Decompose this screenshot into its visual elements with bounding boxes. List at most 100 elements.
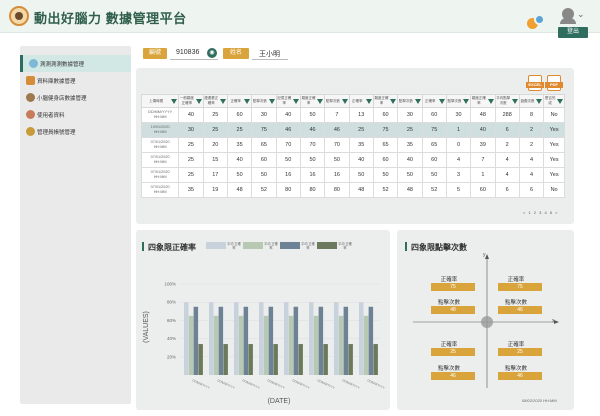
- column-header[interactable]: 正確率: [421, 94, 447, 108]
- bar: [198, 344, 203, 375]
- quadrant-4-accuracy: 25: [498, 348, 542, 356]
- table-cell: 6: [494, 182, 520, 198]
- pagination[interactable]: < 1 2 3 4 5 >: [523, 210, 558, 215]
- column-header[interactable]: 難度正確率: [299, 94, 326, 108]
- sort-arrow-icon[interactable]: [219, 99, 226, 104]
- sort-arrow-icon[interactable]: [292, 99, 299, 104]
- excel-file-icon[interactable]: EXCEL: [526, 75, 544, 91]
- column-header[interactable]: 連連看正確率: [202, 94, 228, 108]
- x-tick-label: DD/MM/YYYY: [242, 378, 261, 390]
- axis-x-label: x: [552, 318, 555, 324]
- table-cell: 0: [445, 137, 472, 153]
- chevron-down-icon[interactable]: ⌄: [577, 9, 585, 20]
- table-cell: 50: [372, 167, 399, 183]
- quadrant-timestamp: 08/02/2020 HH:MM: [522, 398, 557, 403]
- sidebar-item-admin[interactable]: 管理員帳號管理: [20, 123, 131, 140]
- column-header[interactable]: 記憶正確率: [275, 94, 301, 108]
- completed-cell: Yes: [543, 167, 565, 183]
- chat-icon: [29, 59, 38, 68]
- table-cell: 40: [178, 107, 204, 123]
- column-header[interactable]: 正確率: [348, 94, 374, 108]
- sort-arrow-icon[interactable]: [438, 99, 445, 104]
- legend-label: 平均 正確率: [338, 242, 352, 250]
- table-cell: 52: [372, 182, 399, 198]
- column-header-label: 點擊次數: [398, 98, 413, 103]
- table-row[interactable]: 19/01/2020 HH:MM 30 25 25 75 46 46 46 25 75 25 75 1 40…: [140, 122, 565, 138]
- sidebar-item-label: 測測測測數據管理: [40, 61, 85, 68]
- table-cell: 65: [251, 137, 277, 153]
- column-header[interactable]: 上傳時間: [140, 94, 180, 108]
- table-row[interactable]: 07/01/2020 HH:MM 35 19 48 52 80 80 80 48 52 48 52 5 60…: [140, 182, 565, 198]
- table-cell: 60: [470, 182, 496, 198]
- quadrant-3-accuracy-label: 正確率: [440, 342, 458, 348]
- sort-arrow-icon[interactable]: [511, 99, 518, 104]
- completed-cell: Yes: [543, 137, 565, 153]
- sidebar-item-users[interactable]: 使用者資料: [20, 106, 131, 123]
- sidebar-item-label: 小腦健身店數據管理: [37, 95, 87, 102]
- column-header[interactable]: 正確率: [226, 94, 253, 108]
- user-icon[interactable]: [560, 8, 576, 24]
- upload-time-cell: 07/01/2020 HH:MM: [140, 167, 180, 183]
- table-cell: 25: [226, 122, 253, 138]
- table-row[interactable]: 07/01/2020 HH:MM 25 17 50 50 16 16 16 50 50 50 50 3 1 4…: [140, 167, 565, 183]
- sort-arrow-icon[interactable]: [557, 99, 563, 104]
- upload-time-cell: 07/01/2020 HH:MM: [140, 182, 180, 198]
- sidebar-item-database[interactable]: 資料庫數據管理: [20, 72, 131, 89]
- sidebar-item-label: 資料庫數據管理: [37, 78, 76, 85]
- sort-arrow-icon[interactable]: [365, 99, 372, 104]
- column-header[interactable]: 難度正確率: [372, 94, 399, 108]
- table-cell: 70: [324, 137, 350, 153]
- message-icon[interactable]: [534, 14, 545, 25]
- column-header[interactable]: 是否完成: [543, 94, 565, 108]
- table-row[interactable]: DD/MM/YYYY HH:MM 40 25 60 30 40 50 7 13 60 30 60 30 48…: [140, 107, 565, 123]
- table-cell: 80: [275, 182, 301, 198]
- view-icon[interactable]: ◉: [207, 48, 217, 58]
- sidebar-item-label: 使用者資料: [37, 112, 65, 119]
- table-cell: 25: [397, 122, 423, 138]
- sort-arrow-icon[interactable]: [268, 99, 275, 104]
- logout-button[interactable]: 登出: [558, 27, 588, 38]
- sort-arrow-icon[interactable]: [317, 99, 324, 104]
- sort-arrow-icon[interactable]: [414, 99, 421, 104]
- sort-arrow-icon[interactable]: [487, 99, 494, 104]
- column-header[interactable]: 點擊次數: [324, 94, 350, 108]
- table-cell: 60: [421, 152, 447, 168]
- column-header[interactable]: 難度正確率: [470, 94, 496, 108]
- bar: [298, 344, 303, 375]
- table-cell: 75: [372, 122, 399, 138]
- sort-arrow-icon[interactable]: [463, 99, 470, 104]
- quadrant-2-clicks: 46: [498, 306, 542, 314]
- table-cell: 7: [324, 107, 350, 123]
- divider: [170, 59, 218, 60]
- table-row[interactable]: 07/01/2020 HH:MM 25 15 40 60 50 50 50 40 60 40 60 4 7 4…: [140, 152, 565, 168]
- column-header[interactable]: 平均點擊次數: [494, 94, 520, 108]
- sort-arrow-icon[interactable]: [390, 99, 397, 104]
- table-cell: 6: [518, 182, 545, 198]
- table-cell: 46: [324, 122, 350, 138]
- table-cell: 5: [445, 182, 472, 198]
- sort-arrow-icon[interactable]: [536, 99, 543, 104]
- column-header-label: 是否完成: [544, 96, 556, 105]
- column-header[interactable]: 一般難度正確率: [178, 94, 204, 108]
- column-header[interactable]: 點擊次數: [251, 94, 277, 108]
- table-row[interactable]: 07/01/2020 HH:MM 25 20 35 65 70 70 70 35 65 35 65 0 39…: [140, 137, 565, 153]
- bar: [359, 302, 364, 375]
- sort-arrow-icon[interactable]: [341, 99, 348, 104]
- sidebar-item-gym[interactable]: 小腦健身店數據管理: [20, 89, 131, 106]
- table-cell: 60: [372, 152, 399, 168]
- y-tick-label: 100%: [164, 282, 176, 287]
- column-header[interactable]: 點擊次數: [445, 94, 472, 108]
- table-cell: 50: [226, 167, 253, 183]
- pdf-file-icon[interactable]: PDF: [545, 75, 563, 91]
- sidebar-item-test-data[interactable]: 測測測測數據管理: [20, 55, 131, 72]
- sort-arrow-icon[interactable]: [171, 99, 178, 104]
- column-header[interactable]: 遊戲次數: [518, 94, 545, 108]
- bar: [273, 344, 278, 375]
- sort-arrow-icon[interactable]: [195, 99, 202, 104]
- legend-label: 平均 正確率: [227, 242, 241, 250]
- table-cell: 1: [445, 122, 472, 138]
- column-header[interactable]: 點擊次數: [397, 94, 423, 108]
- table-cell: 13: [348, 107, 374, 123]
- sort-arrow-icon[interactable]: [244, 99, 251, 104]
- y-axis-label: (VALUES): [143, 311, 150, 343]
